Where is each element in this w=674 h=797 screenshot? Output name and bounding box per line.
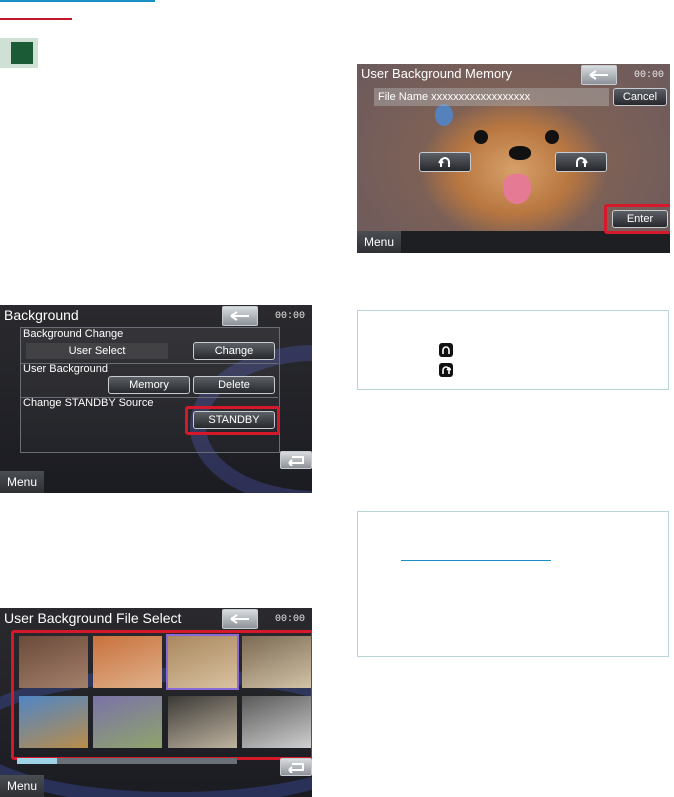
header-rule-red — [0, 18, 72, 20]
background-memory-screen: User Background Memory 00:00 File Name x… — [357, 64, 670, 253]
reference-link[interactable] — [401, 560, 551, 561]
change-button[interactable]: Change — [193, 342, 275, 360]
clock: 00:00 — [275, 614, 306, 625]
menu-button[interactable]: Menu — [0, 775, 44, 797]
left-arrow-icon — [589, 70, 608, 80]
decorative-ribbon — [435, 104, 453, 126]
background-change-label: Background Change — [23, 328, 124, 340]
return-arrow-icon — [288, 456, 304, 466]
rotate-left-button[interactable] — [419, 152, 471, 172]
header-rule-blue — [0, 0, 155, 2]
user-background-label: User Background — [23, 363, 108, 375]
highlight-frame — [604, 204, 670, 234]
return-button[interactable] — [280, 758, 312, 776]
title-bar: User Background Memory 00:00 — [357, 64, 670, 86]
thumb-dogs-sofa[interactable] — [242, 636, 311, 688]
thumb-field[interactable] — [19, 696, 88, 748]
cancel-button[interactable]: Cancel — [613, 88, 667, 106]
note-box-reference — [357, 511, 669, 657]
file-name-field: File Name xxxxxxxxxxxxxxxxxx — [374, 88, 609, 106]
photo-detail — [503, 174, 531, 204]
delete-button[interactable]: Delete — [193, 376, 275, 394]
return-arrow-icon — [288, 763, 304, 773]
screen-title: User Background Memory — [361, 66, 512, 81]
left-arrow-icon — [230, 614, 249, 624]
return-button[interactable] — [280, 451, 312, 469]
rotate-left-icon — [439, 343, 453, 357]
memory-button[interactable]: Memory — [108, 376, 190, 394]
clock: 00:00 — [275, 311, 306, 322]
rotate-right-button[interactable] — [555, 152, 607, 172]
highlight-frame — [185, 406, 280, 435]
rotate-right-icon — [439, 363, 453, 377]
menu-button[interactable]: Menu — [0, 471, 44, 493]
clock: 00:00 — [634, 70, 665, 81]
background-settings-screen: Background 00:00 Background Change User … — [0, 305, 312, 493]
bottom-bar — [357, 231, 670, 253]
thumb-pomeranian-small[interactable] — [93, 636, 162, 688]
thumb-bridge[interactable] — [242, 696, 311, 748]
thumb-pomeranian-selected[interactable] — [166, 634, 239, 690]
rotate-right-icon — [576, 157, 588, 167]
file-select-screen: User Background File Select 00:00 Menu — [0, 608, 312, 797]
back-button[interactable] — [222, 609, 258, 629]
background-change-value: User Select — [26, 343, 168, 359]
screen-title: User Background File Select — [4, 610, 182, 626]
thumb-baby[interactable] — [19, 636, 88, 688]
photo-detail — [509, 146, 531, 160]
title-bar: User Background File Select 00:00 — [0, 608, 312, 630]
title-bar: Background 00:00 — [0, 305, 312, 327]
screen-title: Background — [4, 307, 79, 323]
back-button[interactable] — [581, 65, 617, 85]
rotate-left-icon — [438, 157, 450, 167]
note-box-rotate — [357, 310, 669, 390]
thumb-bulldog[interactable] — [168, 696, 237, 748]
photo-detail — [474, 130, 488, 144]
left-arrow-icon — [230, 311, 249, 321]
step-marker-icon — [11, 42, 33, 64]
thumb-lavender[interactable] — [93, 696, 162, 748]
back-button[interactable] — [222, 306, 258, 326]
scrollbar-thumb[interactable] — [17, 758, 57, 764]
photo-detail — [545, 130, 559, 144]
standby-source-label: Change STANDBY Source — [23, 397, 154, 409]
menu-button[interactable]: Menu — [357, 231, 401, 253]
